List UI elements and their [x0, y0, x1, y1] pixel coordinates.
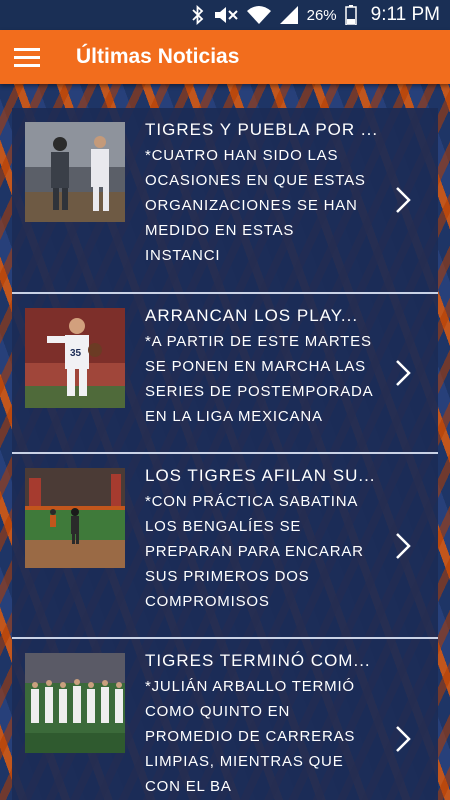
news-title: LOS TIGRES AFILAN SU...: [145, 466, 376, 485]
news-item[interactable]: TIGRES Y PUEBLA POR ... *CUATRO HAN SIDO…: [12, 108, 438, 294]
news-list: TIGRES Y PUEBLA POR ... *CUATRO HAN SIDO…: [12, 108, 438, 800]
battery-icon: [344, 5, 357, 25]
news-summary: *A PARTIR DE ESTE MARTES SE PONEN EN MAR…: [145, 333, 374, 425]
chevron-right-icon[interactable]: [394, 186, 412, 214]
news-feed[interactable]: TIGRES Y PUEBLA POR ... *CUATRO HAN SIDO…: [0, 84, 450, 800]
team-photo-thumbnail: [25, 653, 125, 753]
battery-percentage: 26%: [306, 6, 337, 24]
bluetooth-icon: [191, 5, 203, 25]
chevron-right-icon[interactable]: [394, 359, 412, 387]
pitcher-photo-thumbnail: 35: [25, 308, 125, 408]
news-summary: *CON PRÁCTICA SABATINA LOS BENGALÍES SE …: [145, 493, 364, 610]
news-summary: *CUATRO HAN SIDO LAS OCASIONES EN QUE ES…: [145, 147, 366, 264]
chevron-right-icon[interactable]: [394, 532, 412, 560]
news-item[interactable]: LOS TIGRES AFILAN SU... *CON PRÁCTICA SA…: [12, 454, 438, 639]
news-title: TIGRES Y PUEBLA POR ...: [145, 120, 379, 139]
svg-text:35: 35: [70, 348, 82, 359]
news-title: TIGRES TERMINÓ COM...: [145, 651, 371, 670]
status-bar: 26% 9:11 PM: [0, 0, 450, 30]
page-title: Últimas Noticias: [76, 45, 240, 68]
hamburger-menu-icon[interactable]: [2, 30, 52, 84]
news-summary: *JULIÁN ARBALLO TERMIÓ COMO QUINTO EN PR…: [145, 678, 356, 795]
practice-photo-thumbnail: [25, 468, 125, 568]
news-title: ARRANCAN LOS PLAY...: [145, 306, 359, 325]
news-item[interactable]: TIGRES TERMINÓ COM... *JULIÁN ARBALLO TE…: [12, 639, 438, 800]
wifi-icon: [246, 6, 271, 24]
signal-icon: [279, 6, 298, 24]
chevron-right-icon[interactable]: [394, 725, 412, 753]
app-bar: Últimas Noticias: [0, 30, 450, 84]
news-item[interactable]: 35 ARRANCAN LOS PLAY... *A PARTIR DE EST…: [12, 294, 438, 454]
mute-icon: [214, 7, 238, 23]
clock: 9:11 PM: [370, 4, 440, 25]
baseball-photo-thumbnail: [25, 122, 125, 222]
